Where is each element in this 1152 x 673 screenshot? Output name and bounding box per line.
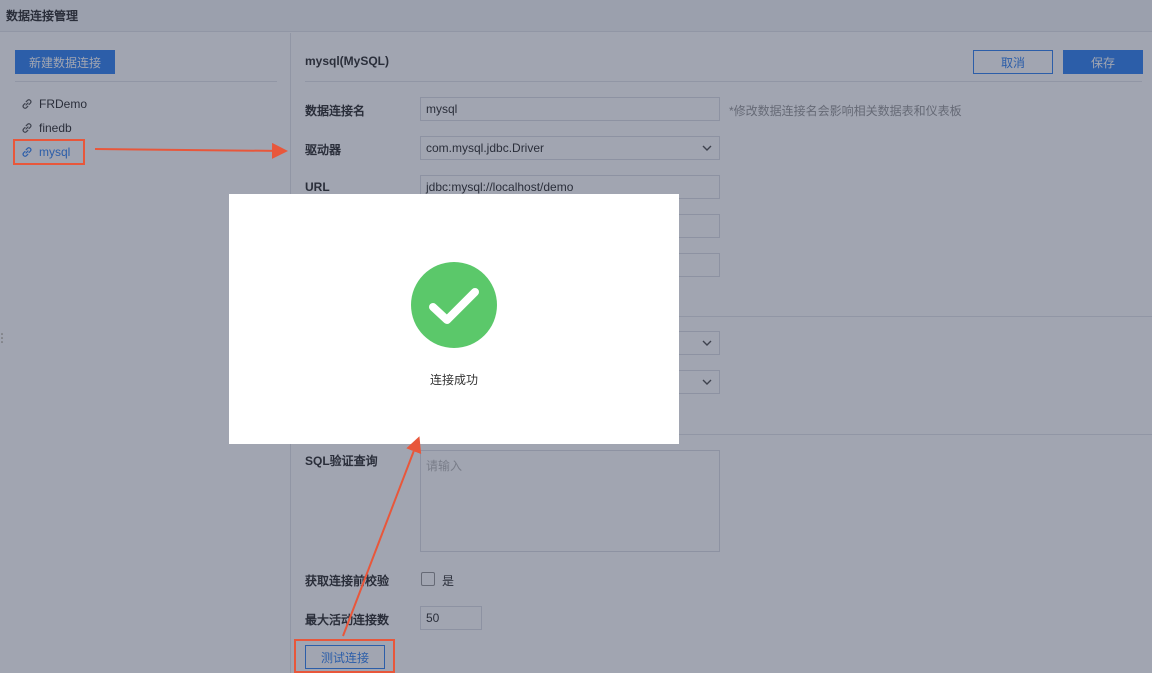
check-circle-icon	[411, 262, 497, 348]
resize-handle[interactable]	[0, 331, 4, 345]
annotation-highlight-test-button	[294, 639, 395, 673]
success-dialog: 连接成功	[229, 194, 679, 444]
annotation-highlight-mysql	[13, 139, 85, 165]
success-message: 连接成功	[429, 373, 478, 387]
drag-dots-icon	[1, 333, 3, 343]
